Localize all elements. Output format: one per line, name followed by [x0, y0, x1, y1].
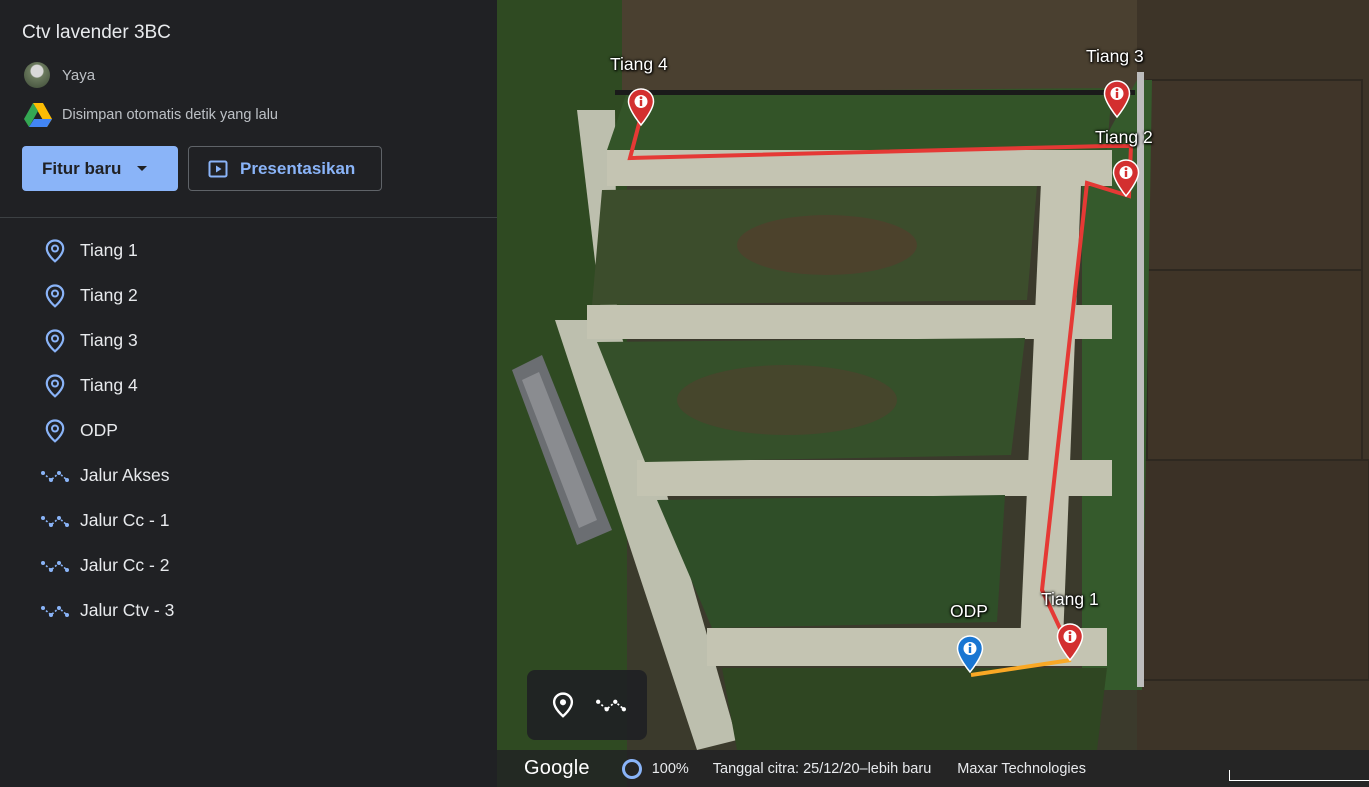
path-icon — [40, 599, 70, 623]
owner-name: Yaya — [62, 66, 96, 84]
layer-item-jalur-akses[interactable]: Jalur Akses — [0, 453, 497, 498]
path-icon — [40, 509, 70, 533]
jalur-akses-line[interactable] — [970, 658, 1072, 677]
pin-tiang-2[interactable] — [1112, 159, 1140, 197]
layer-label: Jalur Cc - 2 — [80, 555, 170, 575]
new-feature-label: Fitur baru — [42, 158, 122, 178]
layer-label: Tiang 4 — [80, 375, 138, 395]
layer-label: Tiang 2 — [80, 285, 138, 305]
avatar — [24, 62, 50, 88]
save-status-row: Disimpan otomatis detik yang lalu — [24, 102, 278, 128]
jalur-ctv-route[interactable] — [627, 119, 1134, 655]
add-marker-button[interactable] — [545, 687, 581, 723]
dropdown-caret-icon — [137, 166, 148, 171]
present-play-icon — [208, 160, 228, 177]
draw-line-button[interactable] — [593, 687, 629, 723]
layer-item-jalur-cc-1[interactable]: Jalur Cc - 1 — [0, 498, 497, 543]
place-pin-icon — [40, 373, 70, 398]
satellite-map[interactable]: Tiang 4 Tiang 3 Tiang 2 Tiang 1 ODP Goog… — [497, 0, 1369, 787]
app-window: Ctv lavender 3BC Yaya Disimpan otomatis … — [0, 0, 1369, 787]
zoom-level: 100% — [651, 760, 689, 777]
owner-row: Yaya — [24, 62, 95, 88]
marker-icon — [552, 692, 574, 718]
pin-tiang-4[interactable] — [627, 88, 655, 126]
new-feature-button[interactable]: Fitur baru — [22, 146, 178, 191]
layer-list: Tiang 1 Tiang 2 Tiang 3 Tiang 4 ODP Jalu… — [0, 228, 497, 633]
scale-bar — [1229, 770, 1369, 781]
layer-label: Tiang 3 — [80, 330, 138, 350]
layer-item-tiang-2[interactable]: Tiang 2 — [0, 273, 497, 318]
layer-item-tiang-4[interactable]: Tiang 4 — [0, 363, 497, 408]
layer-label: Jalur Ctv - 3 — [80, 600, 175, 620]
label-tiang-2: Tiang 2 — [1095, 127, 1153, 147]
pin-tiang-1[interactable] — [1056, 623, 1084, 661]
place-pin-icon — [40, 283, 70, 308]
drawing-toolbar — [527, 670, 647, 740]
path-icon — [40, 554, 70, 578]
present-button[interactable]: Presentasikan — [188, 146, 382, 191]
layer-item-jalur-ctv-3[interactable]: Jalur Ctv - 3 — [0, 588, 497, 633]
place-pin-icon — [40, 238, 70, 263]
save-status-text: Disimpan otomatis detik yang lalu — [62, 107, 278, 123]
line-path-icon — [596, 699, 626, 712]
sidebar: Ctv lavender 3BC Yaya Disimpan otomatis … — [0, 0, 497, 787]
google-logo: Google — [524, 757, 590, 779]
layer-item-odp[interactable]: ODP — [0, 408, 497, 453]
layer-label: Jalur Cc - 1 — [80, 510, 170, 530]
label-odp: ODP — [950, 601, 988, 621]
google-drive-icon — [24, 103, 52, 127]
label-tiang-1: Tiang 1 — [1041, 589, 1099, 609]
label-tiang-3: Tiang 3 — [1086, 46, 1144, 66]
map-footer: Google 100% Tanggal citra: 25/12/20–lebi… — [497, 750, 1369, 787]
project-title[interactable]: Ctv lavender 3BC — [22, 22, 171, 44]
place-pin-icon — [40, 418, 70, 443]
label-tiang-4: Tiang 4 — [610, 54, 668, 74]
layer-label: Tiang 1 — [80, 240, 138, 260]
sidebar-divider — [0, 217, 497, 218]
path-icon — [40, 464, 70, 488]
layer-item-jalur-cc-2[interactable]: Jalur Cc - 2 — [0, 543, 497, 588]
layer-item-tiang-3[interactable]: Tiang 3 — [0, 318, 497, 363]
imagery-date: Tanggal citra: 25/12/20–lebih baru — [712, 760, 932, 777]
layer-item-tiang-1[interactable]: Tiang 1 — [0, 228, 497, 273]
pin-tiang-3[interactable] — [1103, 80, 1131, 118]
place-pin-icon — [40, 328, 70, 353]
imagery-provider: Maxar Technologies — [957, 760, 1086, 777]
layer-label: ODP — [80, 420, 118, 440]
zoom-circle-icon[interactable] — [621, 758, 642, 779]
layer-label: Jalur Akses — [80, 465, 170, 485]
present-label: Presentasikan — [240, 158, 356, 178]
pin-odp[interactable] — [956, 635, 984, 673]
